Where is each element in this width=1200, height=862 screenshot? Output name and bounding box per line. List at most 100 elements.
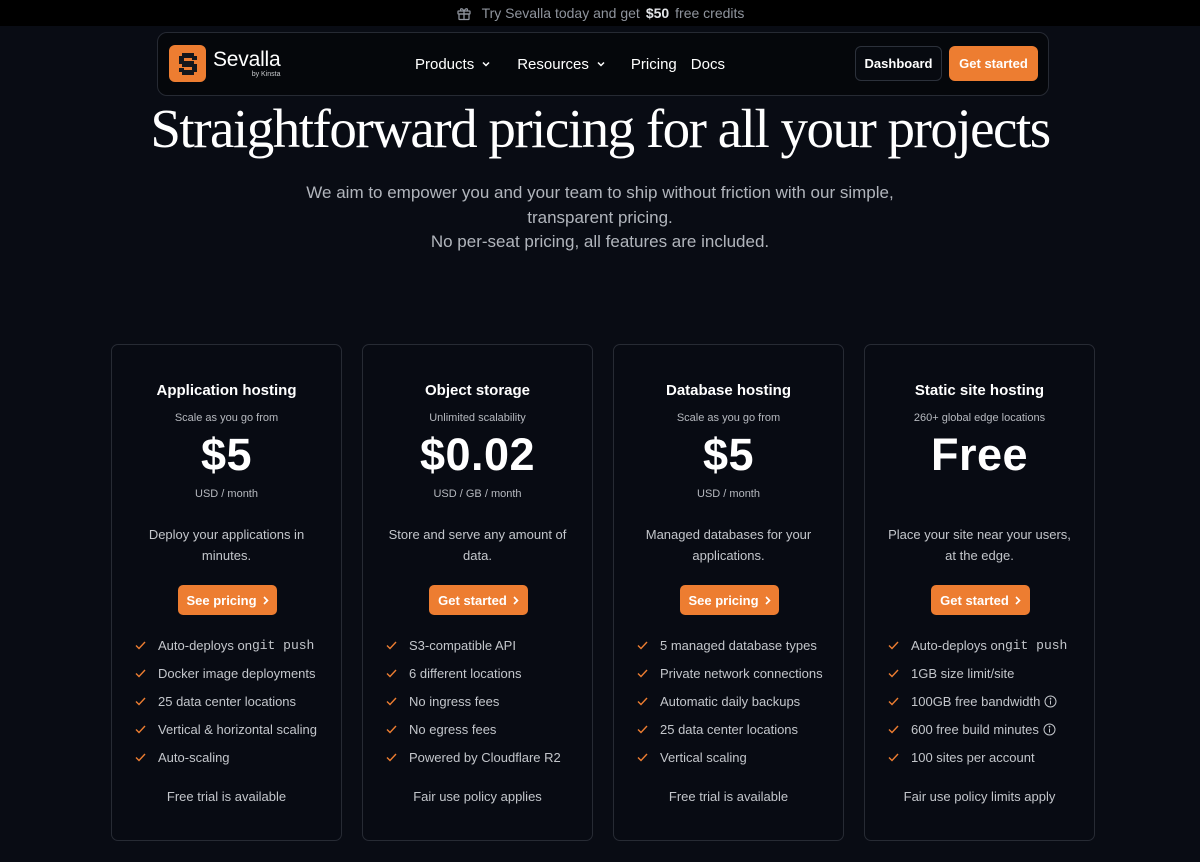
check-icon	[888, 641, 899, 650]
card-description: Deploy your applications in minutes.	[148, 527, 305, 563]
feature-text: 5 managed database types	[660, 637, 817, 653]
get-started-button[interactable]: Get started	[931, 585, 1030, 615]
see-pricing-button[interactable]: See pricing	[680, 585, 779, 615]
feature-code: git push	[1004, 637, 1068, 653]
promo-amount: $50	[645, 5, 670, 21]
check-icon	[888, 753, 899, 762]
brand-logo[interactable]: Sevalla by Kinsta	[169, 45, 281, 82]
brand-name: Sevalla	[213, 48, 281, 71]
nav-products[interactable]: Products	[415, 56, 490, 73]
feature-item: Auto-scaling	[135, 743, 340, 771]
card-tagline: Unlimited scalability	[429, 412, 526, 424]
nav-resources[interactable]: Resources	[517, 56, 605, 73]
dashboard-button[interactable]: Dashboard	[855, 46, 942, 81]
card-price: $0.02	[419, 429, 536, 480]
check-icon	[888, 697, 899, 706]
see-pricing-button[interactable]: See pricing	[178, 585, 277, 615]
feature-item: 25 data center locations	[637, 715, 842, 743]
check-icon	[637, 697, 648, 706]
feature-code: git push	[251, 637, 315, 653]
check-icon	[386, 753, 397, 762]
feature-item: 100 sites per account	[888, 743, 1093, 771]
feature-text: Auto-deploys on	[158, 637, 252, 653]
info-icon[interactable]	[1043, 723, 1056, 736]
check-icon	[888, 669, 899, 678]
feature-item: S3-compatible API	[386, 631, 591, 659]
card-price: $5	[702, 429, 755, 480]
chevron-down-icon	[597, 61, 605, 67]
card-tagline: Scale as you go from	[676, 412, 781, 424]
get-started-button[interactable]: Get started	[949, 46, 1038, 81]
navbar: Sevalla by Kinsta Products Resources Pri…	[157, 32, 1049, 96]
nav-resources-label: Resources	[517, 55, 589, 73]
feature-text: Powered by Cloudflare R2	[409, 749, 561, 765]
brand-byline: by Kinsta	[251, 71, 281, 78]
card-price-unit: USD / month	[195, 488, 258, 500]
sevalla-logo-icon	[169, 45, 206, 82]
feature-text: No ingress fees	[409, 693, 500, 709]
card-footer-note: Fair use policy limits apply	[903, 789, 1056, 804]
check-icon	[888, 725, 899, 734]
feature-text: 6 different locations	[409, 665, 522, 681]
chevron-right-icon	[513, 595, 519, 605]
check-icon	[386, 725, 397, 734]
check-icon	[135, 669, 146, 678]
card-title: Database hosting	[665, 382, 792, 399]
feature-item: Private network connections	[637, 659, 842, 687]
promo-bar[interactable]: Try Sevalla today and get $50 free credi…	[0, 0, 1200, 26]
feature-list: Auto-deploys on git push Docker image dep…	[135, 631, 340, 771]
check-icon	[135, 697, 146, 706]
feature-text: Docker image deployments	[158, 665, 316, 681]
check-icon	[637, 725, 648, 734]
pricing-card: Static site hosting 260+ global edge loc…	[864, 344, 1095, 841]
check-icon	[637, 641, 648, 650]
feature-list: S3-compatible API 6 different locations No…	[386, 631, 591, 771]
feature-item: No ingress fees	[386, 687, 591, 715]
check-icon	[637, 669, 648, 678]
feature-list: Auto-deploys on git push 1GB size limit/s…	[888, 631, 1093, 771]
promo-text-after: free credits	[675, 5, 745, 21]
feature-item: 25 data center locations	[135, 687, 340, 715]
chevron-right-icon	[764, 595, 771, 605]
card-footer-note: Free trial is available	[166, 789, 287, 804]
feature-item: No egress fees	[386, 715, 591, 743]
feature-item: 5 managed database types	[637, 631, 842, 659]
check-icon	[386, 641, 397, 650]
pricing-card: Object storage Unlimited scalability $0.…	[362, 344, 593, 841]
feature-text: Auto-deploys on	[911, 637, 1005, 653]
card-footer-note: Fair use policy applies	[413, 789, 542, 804]
feature-text: Vertical scaling	[660, 749, 747, 765]
card-title: Object storage	[424, 382, 531, 399]
card-button-label: Get started	[438, 592, 507, 608]
info-icon[interactable]	[1044, 695, 1057, 708]
feature-item: Vertical scaling	[637, 743, 842, 771]
card-button-label: Get started	[940, 592, 1009, 608]
feature-item: 100GB free bandwidth	[888, 687, 1093, 715]
check-icon	[135, 725, 146, 734]
feature-item: Auto-deploys on git push	[135, 631, 340, 659]
nav-pricing[interactable]: Pricing	[631, 56, 677, 73]
feature-text: 100GB free bandwidth	[911, 693, 1041, 709]
chevron-right-icon	[1015, 595, 1021, 605]
card-price: Free	[930, 429, 1029, 480]
card-price-unit: USD / GB / month	[433, 488, 522, 500]
hero-subtitle-line: transparent pricing.	[527, 207, 673, 227]
get-started-button[interactable]: Get started	[429, 585, 528, 615]
feature-item: Auto-deploys on git push	[888, 631, 1093, 659]
feature-text: 1GB size limit/site	[911, 665, 1015, 681]
feature-text: 600 free build minutes	[911, 721, 1039, 737]
card-description: Store and serve any amount of data.	[388, 527, 567, 563]
check-icon	[135, 753, 146, 762]
feature-item: Automatic daily backups	[637, 687, 842, 715]
card-tagline: 260+ global edge locations	[913, 412, 1046, 424]
nav-links: Products Resources Pricing Docs	[415, 33, 725, 95]
card-description: Managed databases for your applications.	[645, 527, 812, 563]
feature-text: Vertical & horizontal scaling	[158, 721, 317, 737]
card-tagline: Scale as you go from	[174, 412, 279, 424]
feature-text: No egress fees	[409, 721, 497, 737]
hero-subtitle-line: No per-seat pricing, all features are in…	[430, 232, 770, 251]
card-title: Static site hosting	[914, 382, 1045, 399]
nav-docs[interactable]: Docs	[691, 56, 725, 73]
card-price: $5	[200, 429, 253, 480]
promo-text-before: Try Sevalla today and get	[481, 5, 640, 21]
